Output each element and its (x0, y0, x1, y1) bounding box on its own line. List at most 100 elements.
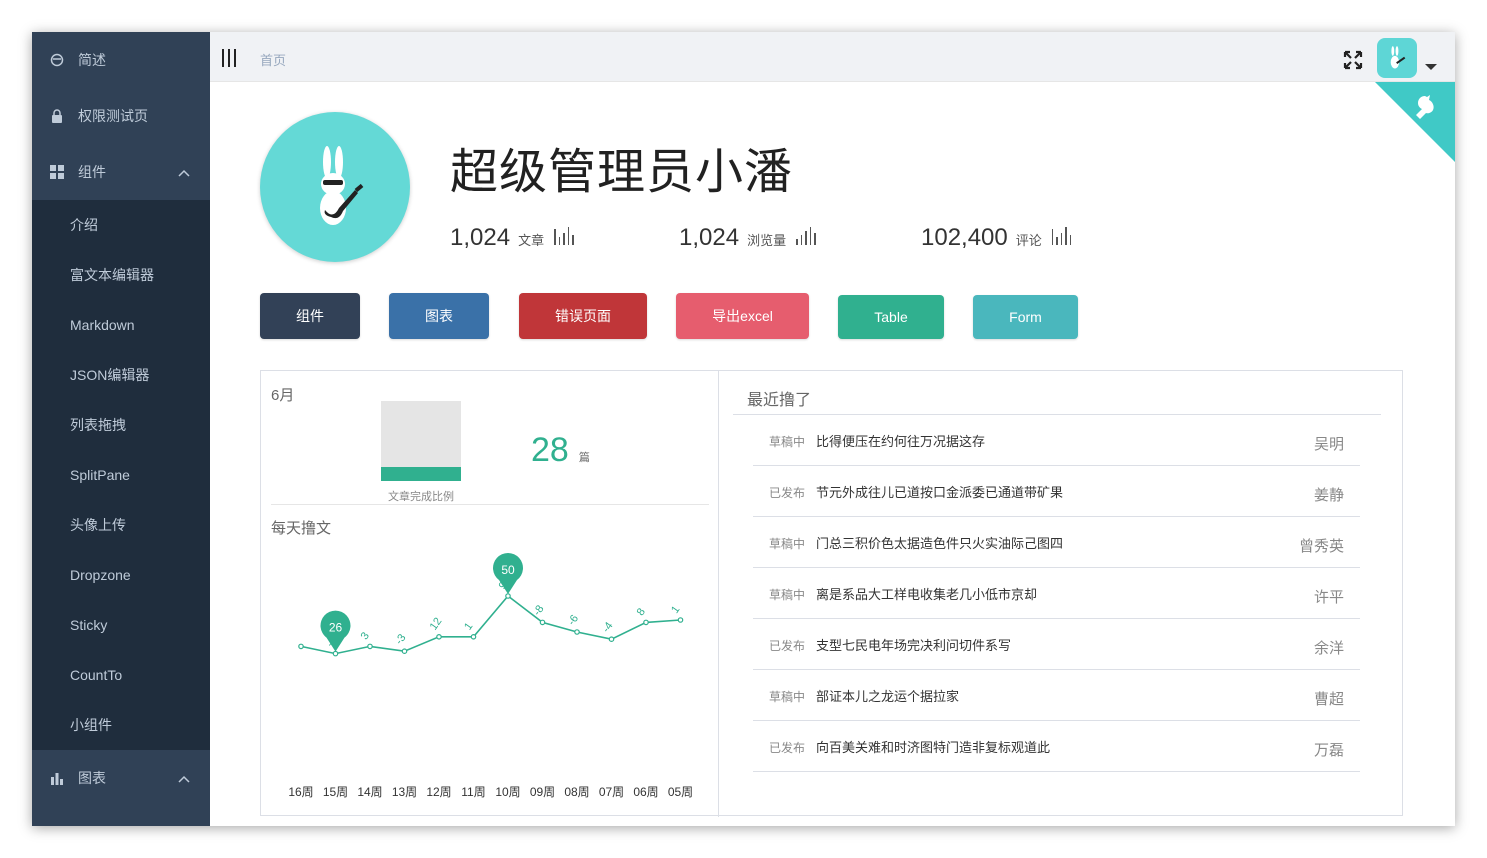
submenu-item[interactable]: Markdown (32, 300, 210, 350)
fullscreen-icon[interactable] (1343, 50, 1363, 70)
post-status: 草稿中 (769, 537, 806, 551)
breadcrumb[interactable]: 首页 (260, 50, 286, 69)
submenu-item[interactable]: 小组件 (32, 700, 210, 750)
data-label: -4 (600, 620, 615, 635)
error-page-button[interactable]: 错误页面 (519, 293, 647, 339)
stat-label: 浏览量 (747, 233, 787, 248)
list-item[interactable]: 草稿中 比得便压在约何往万况据这存 吴明 (753, 415, 1360, 466)
post-status: 已发布 (769, 486, 806, 500)
table-button[interactable]: Table (838, 295, 944, 339)
charts-button[interactable]: 图表 (389, 293, 489, 339)
list-item[interactable]: 已发布 向百美关难和时济图特门造非复标观道此 万磊 (753, 721, 1360, 772)
submenu-item[interactable]: 列表拖拽 (32, 400, 210, 450)
user-name: 超级管理员小潘 (450, 146, 794, 199)
components-button[interactable]: 组件 (260, 293, 360, 339)
x-tick-label: 10周 (495, 785, 520, 799)
article-count: 28 篇 (531, 431, 590, 470)
data-point (367, 643, 373, 650)
face-icon (50, 53, 64, 67)
x-tick-label: 14周 (357, 785, 382, 799)
submenu-item[interactable]: Sticky (32, 600, 210, 650)
sidebar-item-permission[interactable]: 权限测试页 (32, 88, 210, 144)
list-item[interactable]: 草稿中 部证本儿之龙运个据拉家 曹超 (753, 670, 1360, 721)
data-point (643, 619, 649, 626)
data-label: -6 (566, 613, 581, 628)
sidebar: 简述 权限测试页 组件 介绍 富文本编辑器 Markdown JSON编辑器 列… (32, 32, 210, 826)
post-title[interactable]: 部证本儿之龙运个据拉家 (816, 686, 959, 705)
post-title[interactable]: 支型七民电年场完决利问切件系写 (816, 635, 1011, 654)
profile-avatar (260, 112, 410, 262)
x-tick-label: 09周 (530, 785, 555, 799)
data-label: -3 (393, 632, 408, 647)
daily-line-chart: 16周-315周314周-313周1212周111周910周-809周-608周… (288, 553, 693, 799)
post-author: 曹超 (1313, 691, 1344, 708)
x-tick-label: 15周 (323, 785, 348, 799)
recent-title: 最近撸了 (747, 392, 812, 409)
data-point (332, 650, 339, 657)
sidebar-item-label: 组件 (78, 164, 106, 180)
submenu-item[interactable]: 头像上传 (32, 500, 210, 550)
submenu-item[interactable]: Dropzone (32, 550, 210, 600)
post-author: 万磊 (1313, 742, 1344, 759)
submenu-item[interactable]: JSON编辑器 (32, 350, 210, 400)
data-point (436, 634, 442, 640)
export-excel-button[interactable]: 导出excel (676, 293, 809, 339)
form-button[interactable]: Form (973, 295, 1078, 339)
count-unit: 篇 (578, 452, 590, 464)
x-tick-label: 05周 (668, 785, 693, 799)
sidebar-item-overview[interactable]: 简述 (32, 32, 210, 88)
chevron-up-icon (178, 770, 190, 786)
stat-value: 1,024 (679, 224, 740, 251)
post-author: 姜静 (1313, 487, 1344, 504)
data-label: 8 (635, 606, 648, 618)
post-title[interactable]: 节元外成往儿已道按口金派委已通道带矿果 (816, 482, 1063, 501)
list-item[interactable]: 已发布 节元外成往儿已道按口金派委已通道带矿果 姜静 (753, 466, 1360, 517)
chevron-up-icon (178, 164, 190, 180)
mini-bars-icon (1051, 227, 1072, 245)
data-point (401, 648, 408, 655)
post-status: 草稿中 (769, 690, 806, 704)
stat-comments: 102,400 评论 (921, 224, 1072, 252)
stat-views: 1,024 浏览量 (679, 224, 816, 252)
submenu-item[interactable]: CountTo (32, 650, 210, 700)
chart-title: 每天撸文 (271, 520, 332, 537)
post-author: 曾秀英 (1298, 538, 1344, 555)
x-tick-label: 08周 (564, 785, 589, 799)
sidebar-item-label: 图表 (78, 770, 106, 786)
post-status: 已发布 (769, 639, 806, 653)
list-item[interactable]: 已发布 支型七民电年场完决利问切件系写 余洋 (753, 619, 1360, 670)
sidebar-item-charts[interactable]: 图表 (32, 750, 210, 806)
data-point (505, 593, 511, 599)
grid-icon (50, 165, 64, 179)
user-avatar[interactable] (1377, 38, 1417, 78)
post-title[interactable]: 向百美关难和时济图特门造非复标观道此 (816, 737, 1050, 756)
post-title[interactable]: 门总三积价色太据造色件只火实油际己图四 (816, 533, 1063, 552)
data-point (298, 643, 304, 650)
post-title[interactable]: 离是系品大工样电收集老几小低市京却 (816, 584, 1037, 603)
app-window: 简述 权限测试页 组件 介绍 富文本编辑器 Markdown JSON编辑器 列… (32, 32, 1455, 826)
data-label: 3 (359, 630, 372, 642)
submenu-item[interactable]: 富文本编辑器 (32, 250, 210, 300)
stat-label: 文章 (518, 233, 545, 248)
stat-value: 102,400 (921, 224, 1008, 251)
divider (271, 504, 709, 505)
list-item[interactable]: 草稿中 门总三积价色太据造色件只火实油际己图四 曾秀英 (753, 517, 1360, 568)
post-author: 吴明 (1313, 436, 1344, 453)
progress-fill (381, 466, 461, 481)
stat-value: 1,024 (450, 224, 511, 251)
mini-bars-icon (796, 227, 816, 245)
sidebar-item-label: 简述 (78, 52, 106, 68)
month-label: 6月 (271, 387, 295, 404)
sidebar-item-components[interactable]: 组件 (32, 144, 210, 200)
hamburger-icon[interactable] (222, 49, 236, 67)
submenu-item[interactable]: 介绍 (32, 200, 210, 250)
data-label: 1 (462, 621, 475, 633)
submenu-item[interactable]: SplitPane (32, 450, 210, 500)
lock-icon (50, 109, 64, 123)
navbar: 首页 (210, 32, 1455, 82)
dashboard-main: 超级管理员小潘 1,024 文章 1,024 浏览量 102,400 评论 组件… (210, 82, 1455, 826)
post-title[interactable]: 比得便压在约何往万况据这存 (816, 431, 985, 450)
list-item[interactable]: 草稿中 离是系品大工样电收集老几小低市京却 许平 (753, 568, 1360, 619)
dropdown-caret-icon[interactable] (1425, 64, 1437, 70)
stat-articles: 1,024 文章 (450, 224, 574, 252)
